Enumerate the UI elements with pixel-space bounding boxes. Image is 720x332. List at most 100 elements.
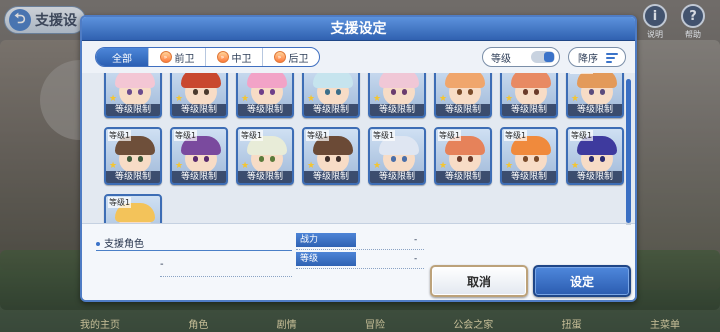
character-eye (127, 89, 132, 95)
character-eye (138, 156, 143, 162)
character-eye (468, 156, 473, 162)
character-portrait (577, 73, 617, 88)
card-level: 等级1 (306, 130, 330, 141)
stat-label: 战力 (296, 233, 356, 247)
level-limit-label: 等级限制 (172, 104, 226, 116)
character-eye (523, 89, 528, 95)
scrollbar-thumb[interactable] (626, 79, 631, 223)
character-card[interactable]: ★ 等级限制 (302, 73, 360, 118)
level-limit-label: 等级限制 (106, 171, 160, 183)
star-icon: ★ (175, 161, 184, 171)
character-card[interactable]: ★等级1等级限制 (236, 127, 294, 185)
character-eye (523, 156, 528, 162)
divider (96, 250, 292, 251)
level-limit-label: 等级限制 (370, 104, 424, 116)
star-icon: ★ (109, 161, 118, 171)
screen-title: 支援设 (35, 13, 77, 29)
character-card[interactable]: ★ 等级限制 (434, 73, 492, 118)
level-filter-label: 等级 (491, 53, 511, 65)
character-card[interactable]: ★等级1等级限制 (500, 127, 558, 185)
character-eye (600, 156, 605, 162)
support-character-name: - (160, 259, 164, 270)
stat-value: - (414, 254, 418, 264)
card-level: 等级1 (240, 130, 264, 141)
character-card[interactable]: ★ 等级限制 (368, 73, 426, 118)
character-eye (336, 156, 341, 162)
level-limit-label: 等级限制 (502, 104, 556, 116)
info-icon: i (643, 4, 667, 28)
star-icon: ★ (373, 161, 382, 171)
back-button[interactable]: ⮌ 支援设 (4, 6, 86, 34)
star-icon: ★ (241, 161, 250, 171)
character-card[interactable]: ★ 等级1 等级限制 (170, 127, 228, 185)
level-limit-label: 等级限制 (172, 171, 226, 183)
character-eye (127, 223, 132, 224)
tab-label: 全部 (112, 53, 132, 65)
tab-label: 前卫 (174, 53, 195, 65)
level-limit-label: 等级限制 (370, 171, 424, 183)
tab-all[interactable]: 全部 (96, 48, 148, 66)
character-card[interactable]: ★ 等级限制 (500, 73, 558, 118)
character-eye (204, 89, 209, 95)
character-eye (204, 156, 209, 162)
star-icon: ★ (307, 161, 316, 171)
tab-front[interactable]: » 前卫 (148, 48, 205, 66)
character-card[interactable]: ★ 等级限制 (170, 73, 228, 118)
sort-order-button[interactable]: 降序 (568, 47, 626, 67)
character-card[interactable]: ★ 等级限制 (104, 73, 162, 118)
character-eye (259, 89, 264, 95)
character-eye (457, 89, 462, 95)
character-portrait (379, 73, 419, 88)
card-level: 等级1 (570, 130, 594, 141)
character-card[interactable]: ★等级1等级限制 (566, 73, 624, 118)
character-portrait (511, 73, 551, 88)
info-button[interactable]: i 说明 (640, 4, 670, 40)
character-card[interactable]: ★ 等级1 等级限制 (104, 127, 162, 185)
character-card[interactable]: ★等级1等级限制 (368, 127, 426, 185)
star-icon: ★ (373, 94, 382, 104)
card-level: 等级1 (108, 130, 132, 141)
character-portrait (247, 73, 287, 88)
character-eye (457, 156, 462, 162)
card-level: 等级1 (504, 130, 528, 141)
character-eye (534, 156, 539, 162)
menu-item-main-menu[interactable]: 主菜单 (650, 316, 680, 332)
menu-item-story[interactable]: 剧情 (277, 316, 297, 332)
stat-label: 等级 (296, 252, 356, 266)
character-card[interactable]: ★等级1等级限制 (566, 127, 624, 185)
character-eye (270, 156, 275, 162)
menu-item-quest[interactable]: 冒险 (365, 316, 385, 332)
menu-item-gacha[interactable]: 扭蛋 (562, 316, 582, 332)
menu-item-characters[interactable]: 角色 (188, 316, 208, 332)
character-eye (402, 89, 407, 95)
character-eye (325, 156, 330, 162)
support-character-heading: 支援角色 (96, 235, 144, 250)
character-card[interactable]: ★ 等级限制 (236, 73, 294, 118)
bottom-menu: 我的主页 角色 剧情 冒险 公会之家 扭蛋 主菜单 (80, 316, 680, 332)
character-eye (534, 89, 539, 95)
support-settings-dialog: 支援设定 全部 » 前卫 » 中卫 » 后卫 等级 降序 ★ 等级限制 ★ 等级… (80, 15, 637, 302)
tab-middle[interactable]: » 中卫 (205, 48, 262, 66)
level-filter-button[interactable]: 等级 (482, 47, 560, 67)
character-eye (270, 89, 275, 95)
character-eye (193, 156, 198, 162)
tab-back[interactable]: » 后卫 (262, 48, 319, 66)
character-eye (193, 89, 198, 95)
character-card[interactable]: ★等级1等级限制 (104, 194, 162, 224)
level-limit-label: 等级限制 (502, 171, 556, 183)
character-card[interactable]: ★ 等级1 等级限制 (302, 127, 360, 185)
grid-scrollbar[interactable] (626, 79, 631, 227)
character-card[interactable]: ★等级1等级限制 (434, 127, 492, 185)
card-level: 等级1 (174, 130, 198, 141)
character-portrait (115, 73, 155, 88)
menu-item-home[interactable]: 我的主页 (80, 316, 120, 332)
confirm-button[interactable]: 设定 (533, 265, 631, 297)
help-button[interactable]: ? 帮助 (678, 4, 708, 40)
help-icon: ? (681, 4, 705, 28)
cancel-button[interactable]: 取消 (430, 265, 528, 297)
level-limit-label: 等级限制 (304, 171, 358, 183)
middle-position-icon: » (216, 51, 229, 63)
character-portrait (445, 73, 485, 88)
menu-item-guild-house[interactable]: 公会之家 (453, 316, 493, 332)
divider (160, 276, 292, 277)
